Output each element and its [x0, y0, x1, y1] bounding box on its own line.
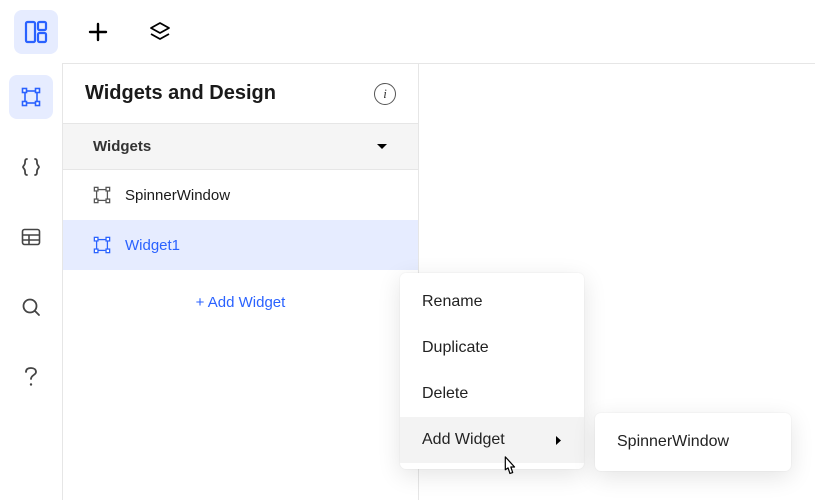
list-item-label: SpinnerWindow: [125, 187, 230, 204]
rail-search-button[interactable]: [9, 285, 53, 329]
widget-bounds-icon: [93, 186, 111, 204]
menu-item-label: Rename: [422, 293, 482, 311]
rail-help-button[interactable]: [9, 355, 53, 399]
layers-icon: [148, 20, 172, 44]
widgets-panel: Widgets and Design i Widgets SpinnerWin: [62, 63, 419, 500]
submenu-item-spinnerwindow[interactable]: SpinnerWindow: [595, 419, 791, 465]
context-menu: Rename Duplicate Delete Add Widget: [400, 273, 584, 469]
braces-icon: [20, 157, 42, 177]
rail-widgets-button[interactable]: [9, 75, 53, 119]
layers-button[interactable]: [138, 10, 182, 54]
menu-item-label: Add Widget: [422, 431, 505, 449]
widget-list: SpinnerWindow Widget1: [63, 170, 418, 270]
add-widget-row: + Add Widget: [63, 270, 418, 319]
section-title: Widgets: [93, 138, 151, 155]
context-submenu: SpinnerWindow: [595, 413, 791, 471]
menu-item-duplicate[interactable]: Duplicate: [400, 325, 584, 371]
side-rail: [0, 63, 62, 500]
menu-item-label: SpinnerWindow: [617, 433, 729, 451]
menu-item-label: Duplicate: [422, 339, 489, 357]
list-item-label: Widget1: [125, 237, 180, 254]
add-widget-button[interactable]: + Add Widget: [196, 294, 286, 311]
rail-code-button[interactable]: [9, 145, 53, 189]
widget-bounds-icon: [21, 87, 41, 107]
plus-icon: [87, 21, 109, 43]
info-icon: i: [383, 86, 387, 102]
rail-table-button[interactable]: [9, 215, 53, 259]
chevron-down-icon: [376, 143, 388, 151]
widget-bounds-icon: [93, 236, 111, 254]
info-button[interactable]: i: [374, 83, 396, 105]
panel-title: Widgets and Design: [85, 82, 276, 105]
menu-item-rename[interactable]: Rename: [400, 279, 584, 325]
design-mode-button[interactable]: [14, 10, 58, 54]
menu-item-add-widget[interactable]: Add Widget: [400, 417, 584, 463]
search-icon: [21, 297, 41, 317]
list-item-widget1[interactable]: Widget1: [63, 220, 418, 270]
widgets-section-header[interactable]: Widgets: [63, 123, 418, 170]
help-icon: [23, 366, 39, 388]
panel-header: Widgets and Design i: [63, 64, 418, 123]
table-icon: [21, 228, 41, 246]
design-mode-icon: [23, 19, 49, 45]
menu-item-delete[interactable]: Delete: [400, 371, 584, 417]
chevron-right-icon: [555, 435, 562, 446]
topbar: [0, 0, 815, 63]
list-item-spinnerwindow[interactable]: SpinnerWindow: [63, 170, 418, 220]
add-button[interactable]: [76, 10, 120, 54]
menu-item-label: Delete: [422, 385, 468, 403]
